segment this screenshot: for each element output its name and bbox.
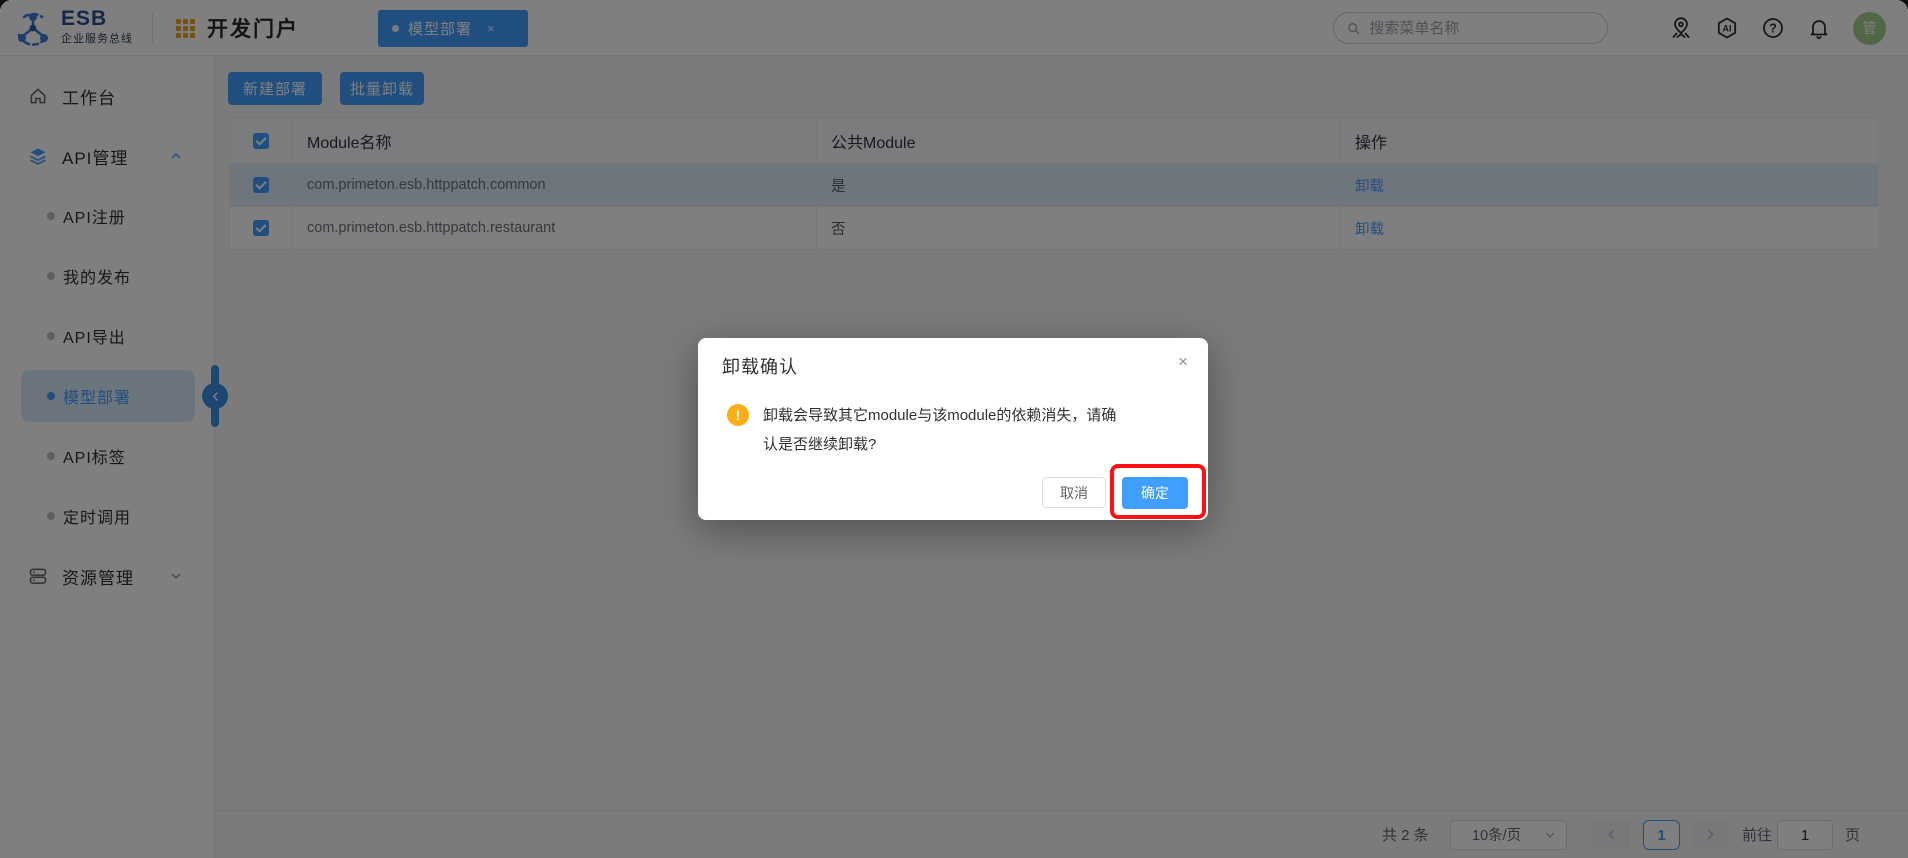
- cancel-button[interactable]: 取消: [1042, 477, 1106, 508]
- dialog-close-icon[interactable]: ×: [1178, 352, 1188, 372]
- dialog-title: 卸载确认: [722, 353, 798, 379]
- unload-confirm-dialog: 卸载确认 × ! 卸载会导致其它module与该module的依赖消失，请确 认…: [698, 338, 1208, 520]
- confirm-button[interactable]: 确定: [1122, 477, 1188, 509]
- dialog-message: 卸载会导致其它module与该module的依赖消失，请确 认是否继续卸载?: [763, 401, 1148, 459]
- warning-icon: !: [727, 404, 749, 426]
- app-window: ESB 企业服务总线 开发门户 模型部署 ×: [0, 0, 1908, 858]
